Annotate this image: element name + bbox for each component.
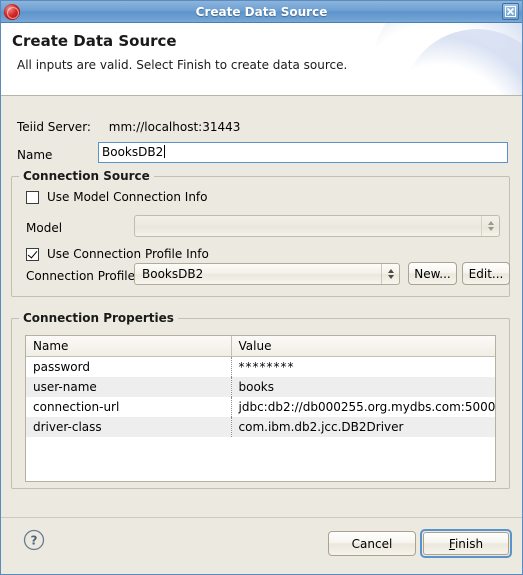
checkbox-box-unchecked bbox=[26, 190, 39, 204]
cell-property-value: com.ibm.db2.jcc.DB2Driver bbox=[230, 417, 495, 437]
column-header-name[interactable]: Name bbox=[26, 336, 231, 357]
cell-property-name: connection-url bbox=[26, 397, 231, 417]
window-title: Create Data Source bbox=[195, 4, 328, 19]
connection-properties-table[interactable]: Name Value password ******** user-name b… bbox=[25, 335, 496, 482]
model-label: Model bbox=[26, 221, 63, 235]
finish-button[interactable]: Finish bbox=[423, 532, 509, 555]
cancel-button[interactable]: Cancel bbox=[328, 531, 416, 556]
chevron-updown-icon bbox=[381, 264, 399, 284]
finish-button-rest: inish bbox=[454, 536, 484, 551]
cell-property-name: driver-class bbox=[26, 417, 231, 437]
name-input-value: BooksDB2 bbox=[102, 145, 164, 159]
model-combobox[interactable] bbox=[134, 215, 500, 237]
finish-button-focus-ring: Finish bbox=[420, 529, 512, 558]
cell-property-name: password bbox=[26, 356, 231, 377]
cell-property-name: user-name bbox=[26, 377, 231, 397]
dialog-body: Teiid Server: mm://localhost:31443 Name … bbox=[1, 96, 522, 521]
use-connection-profile-info-label: Use Connection Profile Info bbox=[47, 247, 209, 261]
cell-property-value: books bbox=[230, 377, 495, 397]
text-caret bbox=[164, 145, 166, 158]
table-row[interactable]: driver-class com.ibm.db2.jcc.DB2Driver bbox=[26, 417, 495, 437]
svg-text:?: ? bbox=[31, 534, 38, 548]
connection-source-group-title: Connection Source bbox=[19, 169, 154, 183]
connection-properties-group-title: Connection Properties bbox=[19, 311, 178, 325]
title-bar: Create Data Source bbox=[1, 1, 522, 23]
table-row[interactable]: user-name books bbox=[26, 377, 495, 397]
finish-button-label: Finish bbox=[449, 537, 483, 551]
checkbox-box-checked bbox=[26, 247, 39, 261]
cell-property-value: jdbc:db2://db000255.org.mydbs.com:50000 bbox=[230, 397, 495, 417]
status-message: All inputs are valid. Select Finish to c… bbox=[17, 58, 348, 72]
use-model-connection-info-checkbox[interactable]: Use Model Connection Info bbox=[26, 190, 208, 204]
name-label: Name bbox=[17, 148, 53, 162]
teiid-server-value: mm://localhost:31443 bbox=[108, 120, 241, 134]
help-icon[interactable]: ? bbox=[23, 529, 45, 551]
new-profile-button[interactable]: New... bbox=[408, 262, 457, 285]
close-icon[interactable] bbox=[502, 3, 519, 20]
dialog-header-banner: Create Data Source All inputs are valid.… bbox=[1, 23, 522, 96]
create-data-source-dialog: Create Data Source Create Data Source Al… bbox=[0, 0, 523, 575]
connection-profile-combobox[interactable]: BooksDB2 bbox=[134, 263, 400, 285]
name-input[interactable]: BooksDB2 bbox=[98, 142, 508, 163]
table-row[interactable]: connection-url jdbc:db2://db000255.org.m… bbox=[26, 397, 495, 417]
connection-profile-label: Connection Profile bbox=[26, 269, 136, 283]
column-header-value[interactable]: Value bbox=[230, 336, 495, 357]
use-model-connection-info-label: Use Model Connection Info bbox=[47, 190, 208, 204]
teiid-logo-icon bbox=[4, 3, 20, 20]
cell-property-value: ******** bbox=[230, 356, 495, 377]
teiid-server-row: Teiid Server: mm://localhost:31443 bbox=[17, 120, 240, 134]
page-title: Create Data Source bbox=[12, 32, 177, 50]
table-header-row: Name Value bbox=[26, 336, 495, 357]
teiid-server-label: Teiid Server: bbox=[17, 120, 91, 134]
edit-profile-button[interactable]: Edit... bbox=[462, 262, 510, 285]
chevron-updown-icon bbox=[481, 216, 499, 236]
connection-profile-combobox-value: BooksDB2 bbox=[142, 267, 204, 281]
table-row[interactable]: password ******** bbox=[26, 356, 495, 377]
dialog-footer: ? Cancel Finish bbox=[1, 517, 522, 574]
use-connection-profile-info-checkbox[interactable]: Use Connection Profile Info bbox=[26, 247, 209, 261]
